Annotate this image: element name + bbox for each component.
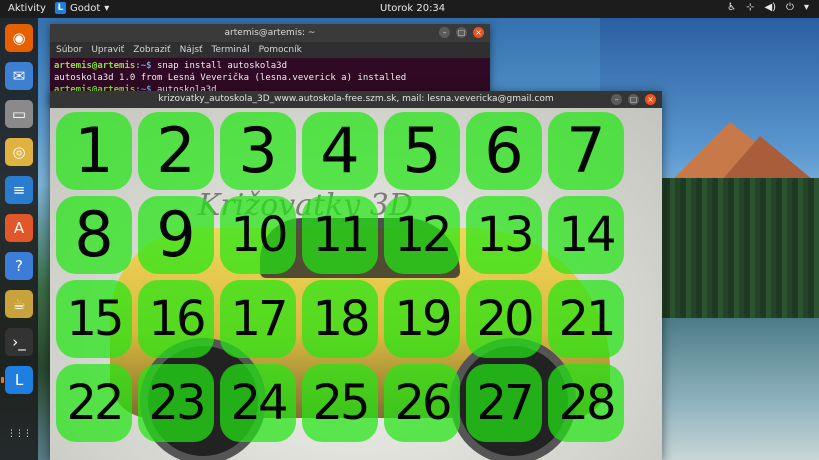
files-icon[interactable]: ▭ <box>5 100 33 128</box>
power-icon[interactable]: ⏻ <box>786 2 794 13</box>
minimize-icon[interactable]: – <box>439 27 450 38</box>
level-tile-16[interactable]: 16 <box>138 280 214 358</box>
maximize-icon[interactable]: □ <box>456 27 467 38</box>
terminal-line: autoskola3d 1.0 from Lesná Veverička (le… <box>54 73 407 83</box>
terminal-line: artemis@artemis:~$ snap install autoskol… <box>54 61 288 71</box>
menu-item-upravit[interactable]: Upraviť <box>91 45 124 55</box>
level-tile-8[interactable]: 8 <box>56 196 132 274</box>
level-tile-24[interactable]: 24 <box>220 364 296 442</box>
menu-item-terminal[interactable]: Terminál <box>212 45 250 55</box>
thunderbird-icon[interactable]: ✉ <box>5 62 33 90</box>
terminal-titlebar[interactable]: artemis@artemis: ~ – □ × <box>50 24 490 42</box>
rhythmbox-icon[interactable]: ◎ <box>5 138 33 166</box>
activities-button[interactable]: Aktivity <box>8 3 46 14</box>
autoskola-icon[interactable]: L <box>1 366 33 394</box>
terminal-menubar: Súbor Upraviť Zobraziť Nájsť Terminál Po… <box>50 42 490 58</box>
chevron-down-icon: ▾ <box>104 2 110 14</box>
level-tile-10[interactable]: 10 <box>220 196 296 274</box>
help-icon[interactable]: ? <box>5 252 33 280</box>
level-tile-9[interactable]: 9 <box>138 196 214 274</box>
level-tile-2[interactable]: 2 <box>138 112 214 190</box>
app-titlebar[interactable]: krizovatky_autoskola_3D_www.autoskola-fr… <box>50 91 662 108</box>
close-icon[interactable]: × <box>473 27 484 38</box>
close-icon[interactable]: × <box>645 94 656 105</box>
level-tile-22[interactable]: 22 <box>56 364 132 442</box>
level-tile-23[interactable]: 23 <box>138 364 214 442</box>
firefox-icon[interactable]: ◉ <box>5 24 33 52</box>
menu-item-pomocnik[interactable]: Pomocník <box>259 45 302 55</box>
level-grid: 1 2 3 4 5 6 7 8 9 10 11 12 13 14 15 16 17 18 19 20 21 22 23 24 2… <box>56 112 656 452</box>
terminal-icon[interactable]: ›_ <box>5 328 33 356</box>
level-tile-21[interactable]: 21 <box>548 280 624 358</box>
maximize-icon[interactable]: □ <box>628 94 639 105</box>
level-tile-4[interactable]: 4 <box>302 112 378 190</box>
level-tile-15[interactable]: 15 <box>56 280 132 358</box>
level-tile-3[interactable]: 3 <box>220 112 296 190</box>
app-window-title: krizovatky_autoskola_3D_www.autoskola-fr… <box>158 94 554 104</box>
level-tile-12[interactable]: 12 <box>384 196 460 274</box>
libreoffice-writer-icon[interactable]: ≡ <box>5 176 33 204</box>
game-canvas: Križovatky 3D 12345678910111213141516171… <box>50 108 662 460</box>
level-tile-14[interactable]: 14 <box>548 196 624 274</box>
level-tile-26[interactable]: 26 <box>384 364 460 442</box>
app-menu-label: Godot <box>70 2 101 14</box>
software-center-icon[interactable]: A <box>5 214 33 242</box>
level-tile-20[interactable]: 20 <box>466 280 542 358</box>
show-applications-icon[interactable]: ⋮⋮⋮ <box>5 420 33 448</box>
clock[interactable]: Utorok 20:34 <box>380 3 445 14</box>
level-tile-7[interactable]: 7 <box>548 112 624 190</box>
level-tile-5[interactable]: 5 <box>384 112 460 190</box>
level-tile-11[interactable]: 11 <box>302 196 378 274</box>
level-tile-28[interactable]: 28 <box>548 364 624 442</box>
volume-icon[interactable]: ◀) <box>764 2 776 13</box>
accessibility-icon[interactable]: ♿ <box>727 2 736 13</box>
app-menu[interactable]: L Godot ▾ <box>55 2 109 14</box>
level-tile-13[interactable]: 13 <box>466 196 542 274</box>
level-tile-19[interactable]: 19 <box>384 280 460 358</box>
level-tile-1[interactable]: 1 <box>56 112 132 190</box>
level-tile-17[interactable]: 17 <box>220 280 296 358</box>
top-bar: Aktivity L Godot ▾ Utorok 20:34 ♿ ⊹ ◀) ⏻… <box>0 0 819 18</box>
menu-item-subor[interactable]: Súbor <box>56 45 82 55</box>
level-tile-27[interactable]: 27 <box>466 364 542 442</box>
autoskola-window[interactable]: krizovatky_autoskola_3D_www.autoskola-fr… <box>50 91 662 460</box>
network-icon[interactable]: ⊹ <box>746 2 754 13</box>
level-tile-25[interactable]: 25 <box>302 364 378 442</box>
system-tray[interactable]: ♿ ⊹ ◀) ⏻ ▾ <box>727 2 809 13</box>
app-icon: L <box>55 2 66 14</box>
menu-item-zobrazit[interactable]: Zobraziť <box>133 45 170 55</box>
dock: ◉ ✉ ▭ ◎ ≡ A? ☕ ›_ L ⋮⋮⋮ <box>0 18 38 460</box>
terminal-title: artemis@artemis: ~ <box>224 28 316 38</box>
level-tile-18[interactable]: 18 <box>302 280 378 358</box>
teapot-icon[interactable]: ☕ <box>5 290 33 318</box>
minimize-icon[interactable]: – <box>611 94 622 105</box>
chevron-down-icon[interactable]: ▾ <box>804 2 809 13</box>
level-tile-6[interactable]: 6 <box>466 112 542 190</box>
menu-item-najst[interactable]: Nájsť <box>180 45 203 55</box>
